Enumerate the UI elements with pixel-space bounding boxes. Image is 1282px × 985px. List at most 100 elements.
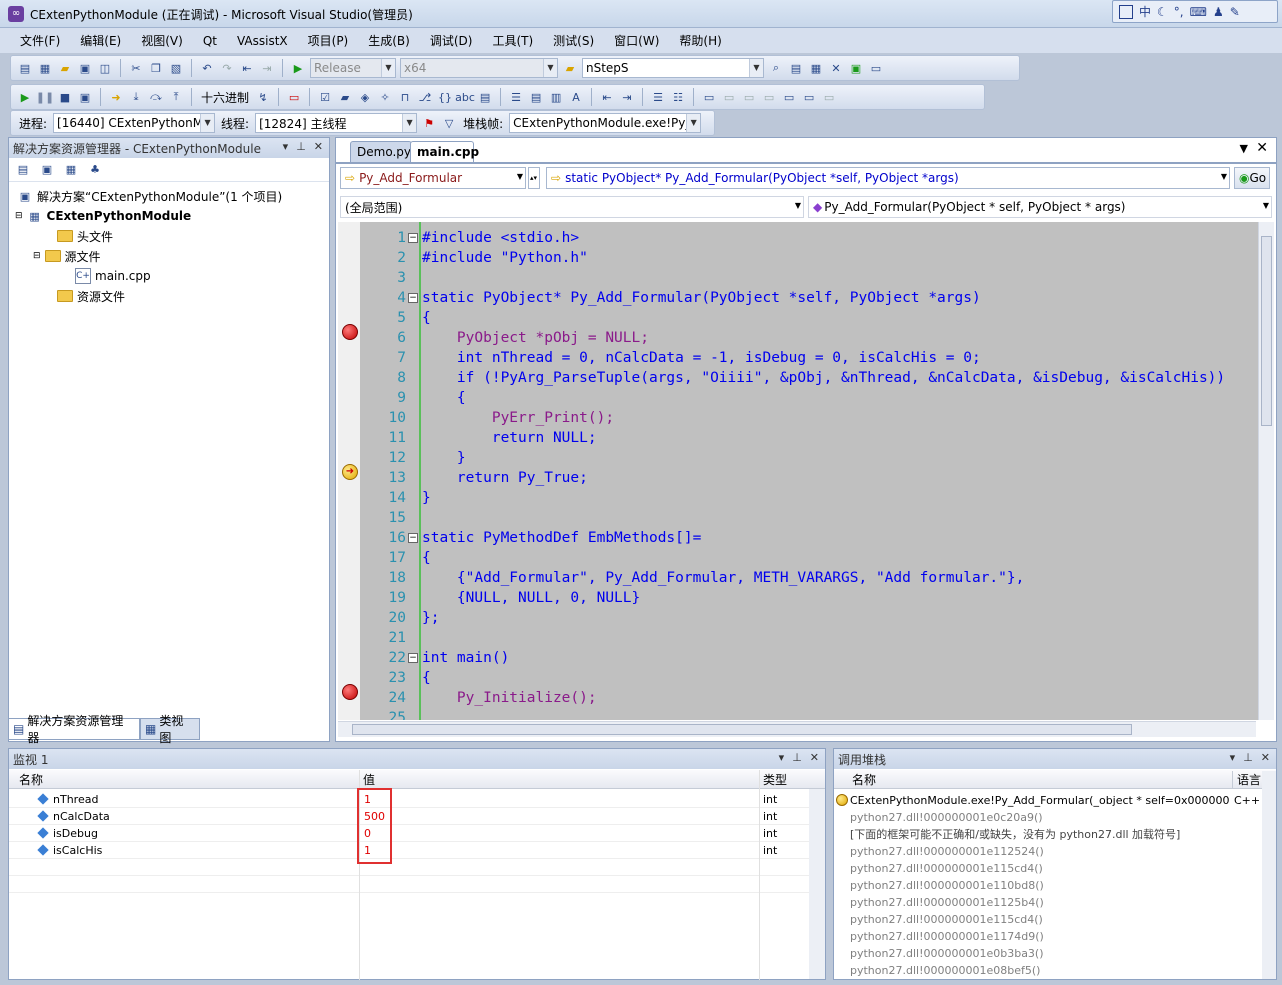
stop-icon[interactable]: ■ <box>57 89 73 105</box>
code-line[interactable]: {"Add_Formular", Py_Add_Formular, METH_V… <box>422 568 1024 588</box>
code-line[interactable]: int main() <box>422 648 509 668</box>
ime-toolbar[interactable]: 中 ☾ °, ⌨ ♟ ✎ <box>1112 0 1278 23</box>
save-icon[interactable]: ▣ <box>77 60 93 76</box>
prev-bookmark-folder-icon[interactable]: ▭ <box>761 89 777 105</box>
breakpoint-icon[interactable] <box>342 324 358 340</box>
menu-test[interactable]: 测试(S) <box>543 32 604 49</box>
navigate-forward-icon[interactable]: ⇥ <box>259 60 275 76</box>
code-line[interactable]: { <box>422 548 431 568</box>
refresh-icon[interactable]: ▦ <box>63 162 79 178</box>
watch-row[interactable]: isDebug 0 int <box>9 825 809 842</box>
redo-icon[interactable]: ↷ <box>219 60 235 76</box>
call-stack-row[interactable]: python27.dll!000000001e0c20a9() <box>850 809 1262 826</box>
function-nav-combo[interactable]: ⇨ Py_Add_Formular ▼ <box>340 167 526 189</box>
code-line[interactable]: int nThread = 0, nCalcData = -1, isDebug… <box>422 348 981 368</box>
code-line[interactable]: {NULL, NULL, 0, NULL} <box>422 588 640 608</box>
restart-icon[interactable]: ▣ <box>77 89 93 105</box>
increase-indent-icon[interactable]: ⇥ <box>619 89 635 105</box>
code-line[interactable]: }; <box>422 608 439 628</box>
menu-view[interactable]: 视图(V) <box>131 32 193 49</box>
menu-tools[interactable]: 工具(T) <box>482 32 543 49</box>
tab-solution-explorer[interactable]: ▤ 解决方案资源管理器 <box>8 714 140 745</box>
code-line[interactable]: { <box>422 388 466 408</box>
new-project-icon[interactable]: ▤ <box>17 60 33 76</box>
copy-icon[interactable]: ❐ <box>148 60 164 76</box>
scroll-thumb[interactable] <box>1261 236 1272 426</box>
horizontal-scrollbar[interactable] <box>338 721 1256 737</box>
ime-punct[interactable]: °, <box>1174 5 1184 19</box>
goto-icon[interactable]: ⎇ <box>417 89 433 105</box>
code-line[interactable]: { <box>422 308 431 328</box>
fold-toggle-icon[interactable]: − <box>408 533 418 543</box>
flag-icon[interactable]: ⚑ <box>421 115 437 131</box>
fold-toggle-icon[interactable]: − <box>408 653 418 663</box>
call-stack-row[interactable]: python27.dll!000000001e115cd4() <box>850 860 1262 877</box>
find-icon[interactable]: ⌕ <box>768 60 784 76</box>
hex-display-button[interactable]: 十六进制 <box>199 89 251 106</box>
collapse-icon[interactable]: ⊟ <box>33 251 41 261</box>
complete-word-icon[interactable]: A <box>568 89 584 105</box>
fold-toggle-icon[interactable]: − <box>408 293 418 303</box>
decrease-indent-icon[interactable]: ⇤ <box>599 89 615 105</box>
watch-row[interactable]: isCalcHis 1 int <box>9 842 809 859</box>
breakpoint-icon[interactable] <box>342 684 358 700</box>
dropdown-icon[interactable]: ▾ <box>779 751 785 764</box>
scope-combo[interactable]: (全局范围) ▼ <box>340 196 804 218</box>
pin-icon[interactable]: ⊥ <box>792 751 802 764</box>
dropdown-icon[interactable]: ▾ <box>283 140 289 153</box>
code-line[interactable]: { <box>422 668 431 688</box>
menu-qt[interactable]: Qt <box>193 34 227 48</box>
close-icon[interactable]: ✕ <box>810 751 819 764</box>
close-icon[interactable]: ✕ <box>1261 751 1270 764</box>
next-bookmark-folder-icon[interactable]: ▭ <box>781 89 797 105</box>
menu-edit[interactable]: 编辑(E) <box>70 32 131 49</box>
thread-select[interactable]: [12824] 主线程 ▼ <box>255 113 418 133</box>
column-value[interactable]: 值 <box>363 771 375 788</box>
call-stack-row[interactable]: python27.dll!000000001e115cd4() <box>850 911 1262 928</box>
tree-solution-root[interactable]: ▣ 解决方案“CExtenPythonModule”(1 个项目) <box>17 186 282 206</box>
code-line[interactable]: #include <stdio.h> <box>422 228 579 248</box>
quick-info-icon[interactable]: ▥ <box>548 89 564 105</box>
call-stack-row[interactable]: CExtenPythonModule.exe!Py_Add_Formular(_… <box>850 792 1230 809</box>
pin-icon[interactable]: ⊥ <box>1243 751 1253 764</box>
uncomment-icon[interactable]: ☷ <box>670 89 686 105</box>
watch-row[interactable]: nThread 1 int <box>9 791 809 808</box>
code-line[interactable]: static PyMethodDef EmbMethods[]= <box>422 528 701 548</box>
fold-toggle-icon[interactable]: − <box>408 233 418 243</box>
navigate-back-icon[interactable]: ⇤ <box>239 60 255 76</box>
platform-select[interactable]: x64 ▼ <box>400 58 558 78</box>
watch-empty-row[interactable] <box>9 859 809 876</box>
menu-project[interactable]: 项目(P) <box>298 32 359 49</box>
tree-folder-headers[interactable]: 头文件 <box>57 226 113 246</box>
properties-icon[interactable]: ▤ <box>15 162 31 178</box>
snippet-icon[interactable]: ▤ <box>477 89 493 105</box>
menu-help[interactable]: 帮助(H) <box>669 32 731 49</box>
bookmark-icon[interactable]: ▭ <box>701 89 717 105</box>
code-line[interactable]: return NULL; <box>422 428 597 448</box>
comment-icon[interactable]: ☰ <box>650 89 666 105</box>
moon-icon[interactable]: ☾ <box>1157 5 1168 19</box>
wrench-icon[interactable]: ✎ <box>1230 5 1240 19</box>
spin-icon[interactable]: ▴▾ <box>528 167 540 189</box>
continue-icon[interactable]: ▶ <box>17 89 33 105</box>
next-bookmark-icon[interactable]: ▭ <box>741 89 757 105</box>
scroll-thumb[interactable] <box>352 724 1132 735</box>
dropdown-icon[interactable]: ▾ <box>1230 751 1236 764</box>
call-stack-row[interactable]: python27.dll!000000001e1174d9() <box>850 928 1262 945</box>
header-icon[interactable]: ⊓ <box>397 89 413 105</box>
find-in-files-icon[interactable]: ▰ <box>562 60 578 76</box>
filter-icon[interactable]: ▽ <box>441 115 457 131</box>
show-all-files-icon[interactable]: ▣ <box>39 162 55 178</box>
tree-folder-resources[interactable]: 资源文件 <box>57 286 125 306</box>
keyboard-icon[interactable]: ⌨ <box>1190 5 1207 19</box>
breakpoint-tool-icon[interactable]: ↯ <box>255 89 271 105</box>
code-line[interactable]: return Py_True; <box>422 468 588 488</box>
call-stack-row[interactable]: python27.dll!000000001e112524() <box>850 843 1262 860</box>
show-next-statement-icon[interactable]: ➜ <box>108 89 124 105</box>
prev-bookmark-icon[interactable]: ▭ <box>721 89 737 105</box>
code-line[interactable]: if (!PyArg_ParseTuple(args, "Oiiii", &pO… <box>422 368 1225 388</box>
ime-mode-icon[interactable] <box>1119 4 1133 19</box>
stack-frame-select[interactable]: CExtenPythonModule.exe!Py_A ▼ <box>509 113 702 133</box>
undo-icon[interactable]: ↶ <box>199 60 215 76</box>
call-stack-row[interactable]: python27.dll!000000001e110bd8() <box>850 877 1262 894</box>
